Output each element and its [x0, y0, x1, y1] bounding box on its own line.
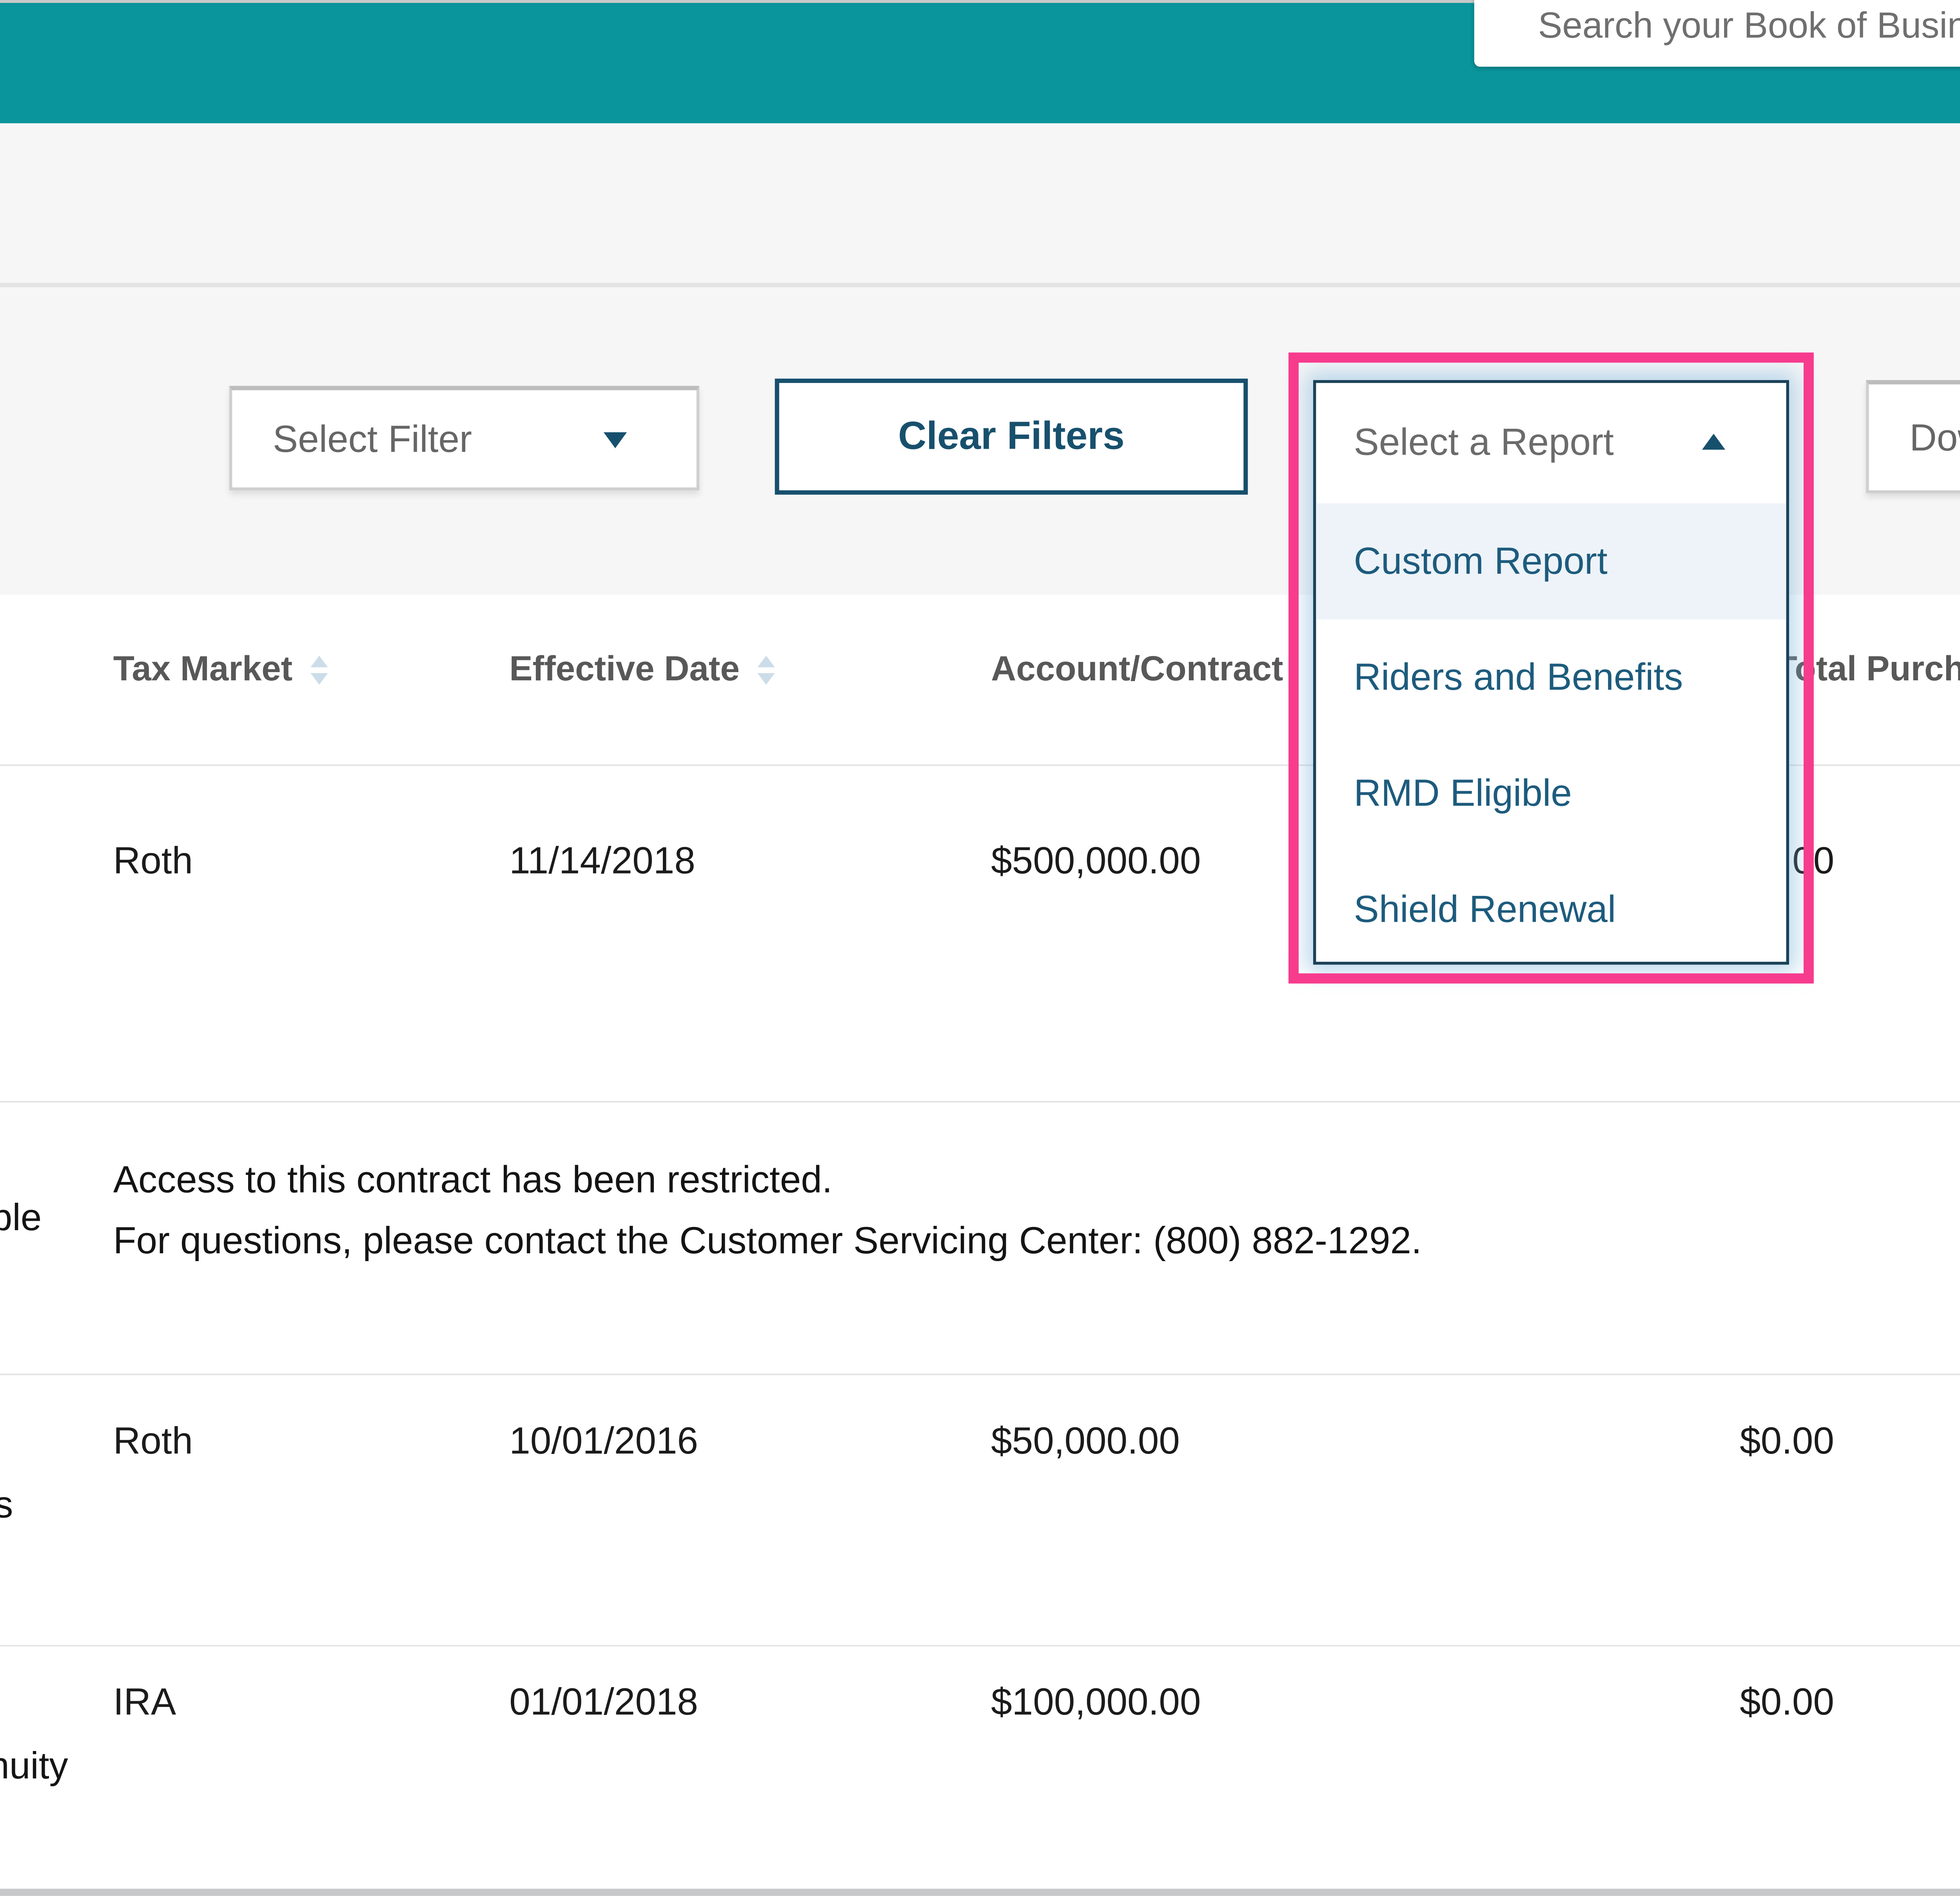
select-filter-label: Select Filter: [273, 416, 472, 461]
chevron-up-icon: [1702, 433, 1725, 449]
column-header-tax-market[interactable]: Tax Market: [113, 647, 327, 693]
cell-account-contract: $100,000.00: [991, 1680, 1201, 1725]
cell-total-purchase-payments: $0.00: [1740, 1680, 1834, 1725]
cell-tax-market: IRA: [113, 1680, 176, 1725]
menu-item-riders-and-benefits[interactable]: Riders and Benefits: [1316, 620, 1786, 736]
clipped-text-fragment: nuity: [0, 1744, 68, 1789]
sort-icon[interactable]: [310, 656, 327, 685]
page: Search your Book of Business Select Filt…: [0, 0, 1960, 1896]
column-header-effective-date[interactable]: Effective Date: [509, 647, 774, 693]
column-header-total-purchase-payments[interactable]: Total Purchase Payments: [1776, 647, 1960, 693]
row-divider: [0, 1101, 1960, 1102]
select-report-label: Select a Report: [1354, 419, 1614, 464]
column-header-label: Total Purchase Payments: [1776, 650, 1960, 691]
select-filter-dropdown[interactable]: Select Filter: [229, 386, 699, 491]
search-placeholder-text: Search your Book of Business: [1538, 6, 1960, 48]
sort-icon[interactable]: [757, 656, 774, 685]
clear-filters-label: Clear Filters: [779, 414, 1243, 459]
menu-item-custom-report[interactable]: Custom Report: [1316, 503, 1786, 619]
search-input[interactable]: Search your Book of Business: [1474, 0, 1960, 67]
clipped-text-fragment: s: [0, 1483, 13, 1528]
column-header-label: Effective Date: [509, 650, 740, 691]
row-divider: [0, 1374, 1960, 1375]
menu-item-rmd-eligible[interactable]: RMD Eligible: [1316, 736, 1786, 852]
chevron-down-icon: [604, 431, 627, 448]
clear-filters-button[interactable]: Clear Filters: [775, 379, 1248, 495]
cell-effective-date: 01/01/2018: [509, 1680, 698, 1725]
clipped-text-fragment: ble: [0, 1195, 42, 1240]
cell-account-contract: $500,000.00: [991, 838, 1201, 883]
cell-total-purchase-payments: $0.00: [1740, 1419, 1834, 1464]
row-divider: [0, 1645, 1960, 1647]
download-dropdown[interactable]: Download: [1866, 380, 1960, 493]
menu-item-label: Custom Report: [1354, 539, 1608, 584]
select-report-dropdown[interactable]: Select a Report: [1316, 383, 1786, 500]
menu-item-label: RMD Eligible: [1354, 771, 1572, 816]
cell-account-contract: $50,000.00: [991, 1419, 1180, 1464]
cell-tax-market: Roth: [113, 838, 193, 883]
cell-total-purchase-payments: .00: [1782, 838, 1834, 883]
cell-effective-date: 10/01/2016: [509, 1419, 698, 1464]
cell-effective-date: 11/14/2018: [509, 838, 695, 883]
subheader-divider: [0, 283, 1960, 287]
menu-item-label: Shield Renewal: [1354, 887, 1616, 932]
restricted-notice-line2: For questions, please contact the Custom…: [113, 1218, 1422, 1263]
cell-tax-market: Roth: [113, 1419, 193, 1464]
restricted-notice-line1: Access to this contract has been restric…: [113, 1158, 833, 1203]
app-header-bar: Search your Book of Business: [0, 3, 1960, 123]
column-header-label: Tax Market: [113, 650, 293, 691]
menu-item-label: Riders and Benefits: [1354, 655, 1683, 700]
column-header-account-contract[interactable]: Account/Contract: [991, 647, 1283, 693]
column-header-label: Account/Contract: [991, 650, 1283, 691]
report-dropdown-panel: Select a Report Custom Report Riders and…: [1313, 380, 1789, 965]
horizontal-scrollbar[interactable]: [0, 1889, 1960, 1896]
download-label: Download: [1909, 415, 1960, 460]
menu-item-shield-renewal[interactable]: Shield Renewal: [1316, 852, 1786, 968]
